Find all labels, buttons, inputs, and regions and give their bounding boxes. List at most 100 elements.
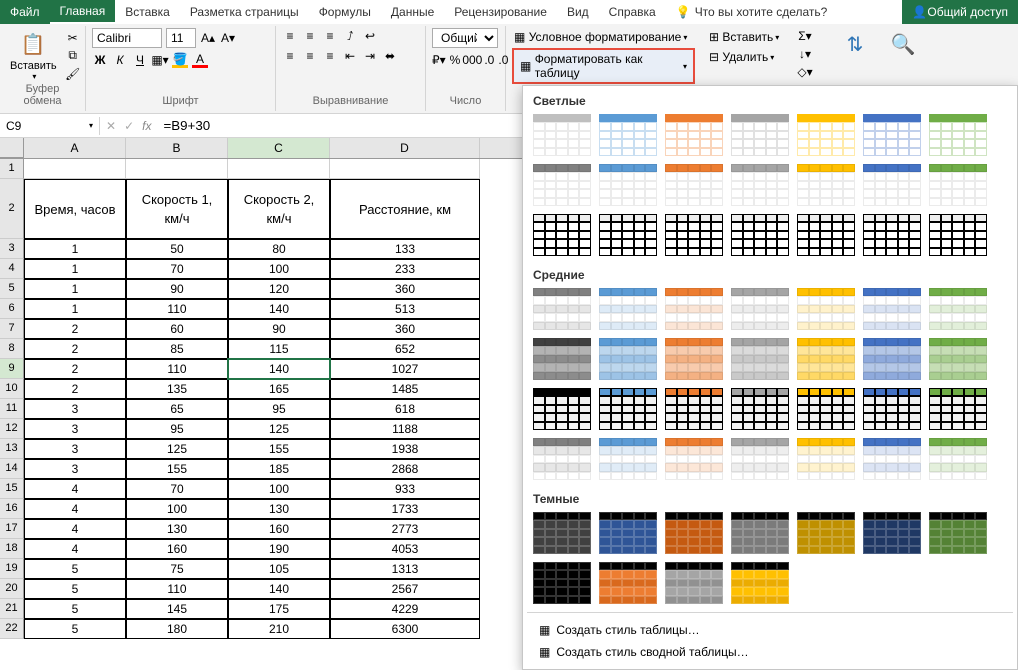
table-style-option[interactable] xyxy=(663,436,725,482)
format-painter-icon[interactable]: 🖌 xyxy=(65,66,81,82)
table-style-option[interactable] xyxy=(729,212,791,258)
col-header-A[interactable]: A xyxy=(24,138,126,158)
align-center-icon[interactable]: ≡ xyxy=(302,48,318,64)
cell-D6[interactable]: 513 xyxy=(330,299,480,319)
cell-C21[interactable]: 175 xyxy=(228,599,330,619)
table-style-option[interactable] xyxy=(861,162,923,208)
cell-B8[interactable]: 85 xyxy=(126,339,228,359)
table-style-option[interactable] xyxy=(729,286,791,332)
cell-C17[interactable]: 160 xyxy=(228,519,330,539)
table-style-option[interactable] xyxy=(597,336,659,382)
table-style-option[interactable] xyxy=(597,162,659,208)
table-style-option[interactable] xyxy=(861,386,923,432)
row-header-15[interactable]: 15 xyxy=(0,479,24,499)
menu-data[interactable]: Данные xyxy=(381,0,444,24)
select-all-corner[interactable] xyxy=(0,138,24,158)
cell-A4[interactable]: 1 xyxy=(24,259,126,279)
cell-A14[interactable]: 3 xyxy=(24,459,126,479)
cell-B4[interactable]: 70 xyxy=(126,259,228,279)
cell-A1[interactable] xyxy=(24,159,126,179)
cell-C3[interactable]: 80 xyxy=(228,239,330,259)
cell-D11[interactable]: 618 xyxy=(330,399,480,419)
format-as-table-button[interactable]: ▦ Форматировать как таблицу▾ xyxy=(512,48,695,84)
cell-B5[interactable]: 90 xyxy=(126,279,228,299)
menu-review[interactable]: Рецензирование xyxy=(444,0,557,24)
table-style-option[interactable] xyxy=(927,162,989,208)
data-header-cell[interactable]: Расстояние, км xyxy=(330,179,480,239)
indent-icon[interactable]: ⇥ xyxy=(362,48,378,64)
table-style-option[interactable] xyxy=(861,436,923,482)
new-table-style[interactable]: ▦Создать стиль таблицы… xyxy=(533,619,1007,641)
align-middle-icon[interactable]: ≡ xyxy=(302,28,318,44)
font-name-select[interactable] xyxy=(92,28,162,48)
cell-A20[interactable]: 5 xyxy=(24,579,126,599)
cell-A10[interactable]: 2 xyxy=(24,379,126,399)
cell-A9[interactable]: 2 xyxy=(24,359,126,379)
table-style-option[interactable] xyxy=(861,112,923,158)
cell-A17[interactable]: 4 xyxy=(24,519,126,539)
cell-A13[interactable]: 3 xyxy=(24,439,126,459)
row-header-11[interactable]: 11 xyxy=(0,399,24,419)
cell-B14[interactable]: 155 xyxy=(126,459,228,479)
cell-B1[interactable] xyxy=(126,159,228,179)
table-style-option[interactable] xyxy=(927,510,989,556)
table-style-option[interactable] xyxy=(597,386,659,432)
col-header-D[interactable]: D xyxy=(330,138,480,158)
table-style-option[interactable] xyxy=(927,286,989,332)
table-style-option[interactable] xyxy=(531,560,593,606)
inc-decimal-icon[interactable]: .0 xyxy=(484,52,494,68)
cell-B15[interactable]: 70 xyxy=(126,479,228,499)
row-header-13[interactable]: 13 xyxy=(0,439,24,459)
table-style-option[interactable] xyxy=(663,112,725,158)
cell-A21[interactable]: 5 xyxy=(24,599,126,619)
comma-icon[interactable]: 000 xyxy=(464,52,480,68)
cell-C18[interactable]: 190 xyxy=(228,539,330,559)
cell-B19[interactable]: 75 xyxy=(126,559,228,579)
cell-C7[interactable]: 90 xyxy=(228,319,330,339)
font-color-button[interactable]: A xyxy=(192,52,208,68)
table-style-option[interactable] xyxy=(597,112,659,158)
table-style-option[interactable] xyxy=(597,436,659,482)
table-style-option[interactable] xyxy=(531,112,593,158)
table-style-option[interactable] xyxy=(795,162,857,208)
row-header-8[interactable]: 8 xyxy=(0,339,24,359)
cell-D4[interactable]: 233 xyxy=(330,259,480,279)
autosum-icon[interactable]: Σ▾ xyxy=(797,28,813,44)
cell-B7[interactable]: 60 xyxy=(126,319,228,339)
cell-C4[interactable]: 100 xyxy=(228,259,330,279)
cell-B3[interactable]: 50 xyxy=(126,239,228,259)
row-header-16[interactable]: 16 xyxy=(0,499,24,519)
row-header-12[interactable]: 12 xyxy=(0,419,24,439)
col-header-C[interactable]: C xyxy=(228,138,330,158)
table-style-option[interactable] xyxy=(729,510,791,556)
table-style-option[interactable] xyxy=(597,286,659,332)
grow-font-icon[interactable]: A▴ xyxy=(200,30,216,46)
table-style-option[interactable] xyxy=(729,336,791,382)
cell-A5[interactable]: 1 xyxy=(24,279,126,299)
menu-home[interactable]: Главная xyxy=(50,0,116,24)
table-style-option[interactable] xyxy=(795,286,857,332)
menu-insert[interactable]: Вставка xyxy=(115,0,180,24)
cancel-icon[interactable]: ✕ xyxy=(106,119,116,133)
table-style-option[interactable] xyxy=(861,212,923,258)
align-left-icon[interactable]: ≡ xyxy=(282,48,298,64)
tell-me[interactable]: 💡Что вы хотите сделать? xyxy=(666,0,838,24)
menu-formulas[interactable]: Формулы xyxy=(309,0,381,24)
table-style-option[interactable] xyxy=(927,212,989,258)
cell-D1[interactable] xyxy=(330,159,480,179)
table-style-option[interactable] xyxy=(861,336,923,382)
row-header-14[interactable]: 14 xyxy=(0,459,24,479)
wrap-text-icon[interactable]: ↩ xyxy=(362,28,378,44)
find-button[interactable]: 🔍 xyxy=(885,28,921,60)
cell-B16[interactable]: 100 xyxy=(126,499,228,519)
align-bottom-icon[interactable]: ≡ xyxy=(322,28,338,44)
align-right-icon[interactable]: ≡ xyxy=(322,48,338,64)
cell-B21[interactable]: 145 xyxy=(126,599,228,619)
cell-D17[interactable]: 2773 xyxy=(330,519,480,539)
row-header-10[interactable]: 10 xyxy=(0,379,24,399)
percent-icon[interactable]: % xyxy=(450,52,461,68)
menu-help[interactable]: Справка xyxy=(599,0,666,24)
cell-D5[interactable]: 360 xyxy=(330,279,480,299)
cell-C22[interactable]: 210 xyxy=(228,619,330,639)
cell-A16[interactable]: 4 xyxy=(24,499,126,519)
